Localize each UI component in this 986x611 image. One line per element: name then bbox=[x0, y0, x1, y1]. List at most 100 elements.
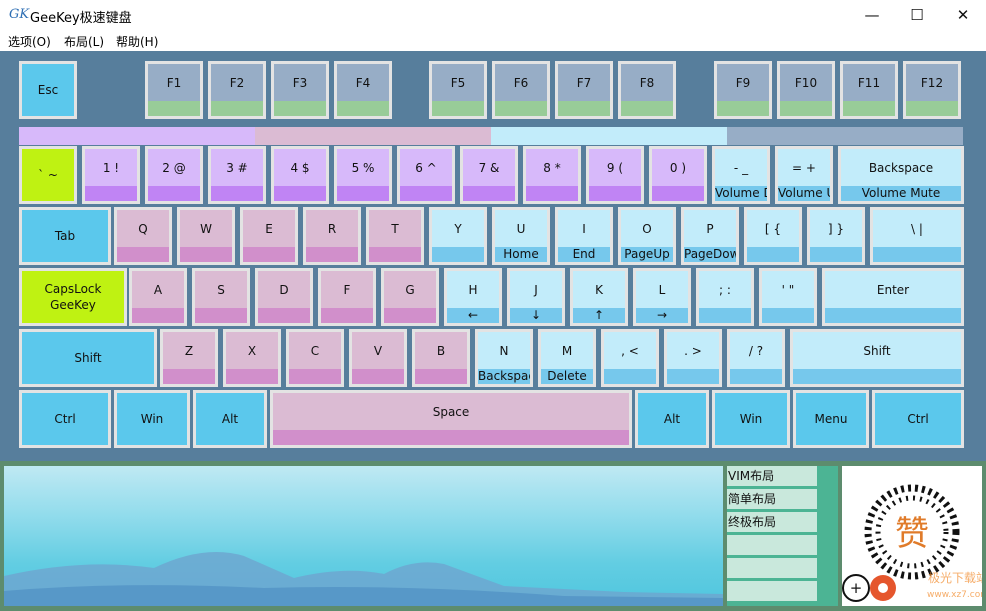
key-f5[interactable]: F5 bbox=[429, 61, 487, 119]
key-5[interactable]: 5 % bbox=[334, 146, 392, 204]
menu-layout[interactable]: 布局(L) bbox=[64, 33, 104, 50]
key-6[interactable]: 6 ^ bbox=[397, 146, 455, 204]
qr-code-graphic: 赞 + 极光下载站 www.xz7.com bbox=[842, 484, 986, 602]
key-1[interactable]: 1 ! bbox=[82, 146, 140, 204]
key-v-sublabel bbox=[352, 369, 404, 384]
key-lbracket[interactable]: [ { bbox=[744, 207, 802, 265]
key-minus[interactable]: Volume Down - _ bbox=[712, 146, 770, 204]
key-rbracket-label: ] } bbox=[827, 221, 845, 236]
key-4[interactable]: 4 $ bbox=[271, 146, 329, 204]
menu-options[interactable]: 选项(O) bbox=[8, 33, 51, 50]
minimize-button[interactable]: — bbox=[849, 0, 895, 30]
key-7[interactable]: 7 & bbox=[460, 146, 518, 204]
key-o[interactable]: PageUp O bbox=[618, 207, 676, 265]
layout-list: VIM布局简单布局终极布局 bbox=[727, 466, 838, 606]
key-z[interactable]: Z bbox=[160, 329, 218, 387]
key-enter[interactable]: Enter bbox=[822, 268, 964, 326]
key-t[interactable]: T bbox=[366, 207, 424, 265]
key-backslash[interactable]: \ | bbox=[870, 207, 964, 265]
key-comma[interactable]: , < bbox=[601, 329, 659, 387]
layout-item[interactable]: VIM布局 bbox=[727, 466, 817, 486]
key-q-label: Q bbox=[138, 221, 148, 236]
key-i[interactable]: End I bbox=[555, 207, 613, 265]
key-h[interactable]: ← H bbox=[444, 268, 502, 326]
key-f9[interactable]: F9 bbox=[714, 61, 772, 119]
key-esc[interactable]: Esc bbox=[19, 61, 77, 119]
key-9[interactable]: 9 ( bbox=[586, 146, 644, 204]
key-f[interactable]: F bbox=[318, 268, 376, 326]
key-lwin[interactable]: Win bbox=[114, 390, 190, 448]
key-u[interactable]: Home U bbox=[492, 207, 550, 265]
title-bar: GK GeeKey极速键盘 — ☐ ✕ bbox=[0, 0, 986, 30]
key-period[interactable]: . > bbox=[664, 329, 722, 387]
layout-item[interactable] bbox=[727, 535, 817, 555]
key-a[interactable]: A bbox=[129, 268, 187, 326]
key-rbracket[interactable]: ] } bbox=[807, 207, 865, 265]
key-tab[interactable]: Tab bbox=[19, 207, 111, 265]
menu-help[interactable]: 帮助(H) bbox=[116, 33, 158, 50]
key-semicolon-label: ; : bbox=[719, 282, 731, 297]
key-lctrl[interactable]: Ctrl bbox=[19, 390, 111, 448]
key-s[interactable]: S bbox=[192, 268, 250, 326]
key-y[interactable]: Y bbox=[429, 207, 487, 265]
key-rwin[interactable]: Win bbox=[712, 390, 790, 448]
key-menu[interactable]: Menu bbox=[793, 390, 869, 448]
key-slash[interactable]: / ? bbox=[727, 329, 785, 387]
key-f7[interactable]: F7 bbox=[555, 61, 613, 119]
key-l[interactable]: → L bbox=[633, 268, 691, 326]
key-f2[interactable]: F2 bbox=[208, 61, 266, 119]
key-f12[interactable]: F12 bbox=[903, 61, 961, 119]
key-r-label: R bbox=[327, 221, 337, 236]
key-f10[interactable]: F10 bbox=[777, 61, 835, 119]
key-k[interactable]: ↑ K bbox=[570, 268, 628, 326]
add-icon: + bbox=[850, 579, 863, 597]
key-p[interactable]: PageDown P bbox=[681, 207, 739, 265]
key-n[interactable]: Backspace N bbox=[475, 329, 533, 387]
layout-item[interactable]: 终极布局 bbox=[727, 512, 817, 532]
key-equal[interactable]: Volume Up = + bbox=[775, 146, 833, 204]
key-0[interactable]: 0 ) bbox=[649, 146, 707, 204]
key-quote[interactable]: ' " bbox=[759, 268, 817, 326]
key-x[interactable]: X bbox=[223, 329, 281, 387]
key-8[interactable]: 8 * bbox=[523, 146, 581, 204]
key-lalt[interactable]: Alt bbox=[193, 390, 267, 448]
key-b[interactable]: B bbox=[412, 329, 470, 387]
layout-item[interactable]: 简单布局 bbox=[727, 489, 817, 509]
key-ralt[interactable]: Alt bbox=[635, 390, 709, 448]
key-rctrl[interactable]: Ctrl bbox=[872, 390, 964, 448]
key-capslock[interactable]: CapsLock GeeKey bbox=[19, 268, 127, 326]
key-f1[interactable]: F1 bbox=[145, 61, 203, 119]
key-f6[interactable]: F6 bbox=[492, 61, 550, 119]
key-3[interactable]: 3 # bbox=[208, 146, 266, 204]
key-space[interactable]: Space bbox=[270, 390, 632, 448]
key-backtick[interactable]: ` ~ bbox=[19, 146, 77, 204]
key-v[interactable]: V bbox=[349, 329, 407, 387]
key-rshift[interactable]: Shift bbox=[790, 329, 964, 387]
key-e[interactable]: E bbox=[240, 207, 298, 265]
key-f8[interactable]: F8 bbox=[618, 61, 676, 119]
key-d[interactable]: D bbox=[255, 268, 313, 326]
key-g[interactable]: G bbox=[381, 268, 439, 326]
key-f11[interactable]: F11 bbox=[840, 61, 898, 119]
key-f3[interactable]: F3 bbox=[271, 61, 329, 119]
close-button[interactable]: ✕ bbox=[940, 0, 986, 30]
key-ralt-label: Alt bbox=[663, 412, 681, 426]
key-0-label: 0 ) bbox=[669, 160, 687, 175]
maximize-button[interactable]: ☐ bbox=[894, 0, 940, 30]
key-space-label: Space bbox=[432, 404, 470, 419]
key-r-sublabel bbox=[306, 247, 358, 262]
layout-item[interactable] bbox=[727, 581, 817, 601]
key-r[interactable]: R bbox=[303, 207, 361, 265]
color-strip bbox=[491, 127, 727, 145]
key-j[interactable]: ↓ J bbox=[507, 268, 565, 326]
key-lshift[interactable]: Shift bbox=[19, 329, 157, 387]
key-backspace[interactable]: Volume Mute Backspace bbox=[838, 146, 964, 204]
layout-item[interactable] bbox=[727, 558, 817, 578]
key-c[interactable]: C bbox=[286, 329, 344, 387]
key-f4[interactable]: F4 bbox=[334, 61, 392, 119]
key-m[interactable]: Delete M bbox=[538, 329, 596, 387]
key-2[interactable]: 2 @ bbox=[145, 146, 203, 204]
key-q[interactable]: Q bbox=[114, 207, 172, 265]
key-w[interactable]: W bbox=[177, 207, 235, 265]
key-semicolon[interactable]: ; : bbox=[696, 268, 754, 326]
